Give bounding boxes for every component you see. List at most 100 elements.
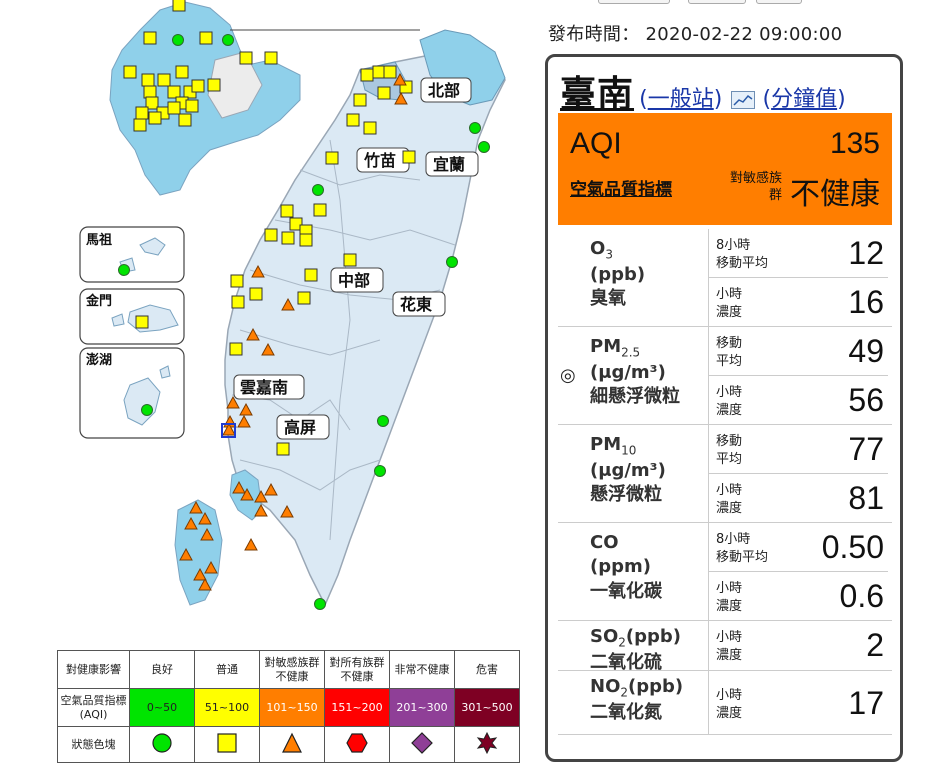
station-marker-moderate[interactable] bbox=[133, 118, 147, 132]
inset-kinmen[interactable]: 金門 bbox=[79, 288, 185, 345]
station-marker-moderate[interactable] bbox=[280, 204, 294, 218]
minute-value-link[interactable]: (分鐘值) bbox=[763, 87, 846, 112]
station-marker-moderate[interactable] bbox=[343, 253, 357, 267]
station-marker-moderate[interactable] bbox=[175, 65, 189, 79]
station-marker-moderate[interactable] bbox=[264, 228, 278, 242]
station-marker-moderate[interactable] bbox=[372, 65, 386, 79]
reading-value: 17 bbox=[848, 685, 884, 721]
station-marker-moderate[interactable] bbox=[313, 203, 327, 217]
pollutant-chinese-name: 細懸浮微粒 bbox=[590, 386, 680, 408]
station-marker-moderate[interactable] bbox=[304, 268, 318, 282]
region-north[interactable]: 北部 bbox=[420, 77, 472, 103]
station-marker-good[interactable] bbox=[118, 264, 130, 276]
station-marker-moderate[interactable] bbox=[363, 121, 377, 135]
pollutant-reading: 移動 平均 77 bbox=[708, 425, 888, 473]
taiwan-air-quality-map[interactable]: 馬祖 金門 澎湖 北部 竹苗 宜蘭 中部 花東 雲嘉南 高屏 bbox=[0, 0, 540, 640]
reading-value: 49 bbox=[848, 333, 884, 369]
station-marker-moderate[interactable] bbox=[353, 93, 367, 107]
region-zhumiao[interactable]: 竹苗 bbox=[356, 147, 410, 173]
pollutant-group: NO2(ppb) 二氧化氮 小時 濃度 17 bbox=[558, 671, 892, 735]
region-yunjianan[interactable]: 雲嘉南 bbox=[233, 374, 305, 400]
minute-value-text[interactable]: 分鐘值 bbox=[771, 87, 837, 112]
station-marker-good[interactable] bbox=[377, 415, 389, 427]
pollutant-subscript: 2 bbox=[618, 635, 626, 650]
chart-icon[interactable] bbox=[731, 90, 756, 109]
station-marker-good[interactable] bbox=[312, 184, 324, 196]
station-marker-moderate[interactable] bbox=[143, 31, 157, 45]
aqi-summary-box: AQI 135 空氣品質指標 對敏感族群 不健康 bbox=[558, 113, 892, 225]
pollutant-symbol: O bbox=[590, 238, 606, 259]
station-marker-good[interactable] bbox=[469, 122, 481, 134]
station-marker-moderate[interactable] bbox=[143, 85, 157, 99]
region-yunjianan-label: 雲嘉南 bbox=[240, 378, 288, 397]
station-marker-good[interactable] bbox=[141, 404, 153, 416]
tab-stub-1[interactable] bbox=[598, 0, 670, 4]
pollutant-symbol: PM bbox=[590, 434, 622, 455]
station-marker-moderate[interactable] bbox=[299, 233, 313, 247]
station-marker-moderate[interactable] bbox=[148, 111, 162, 125]
pollutant-name: SO2(ppb) 二氧化硫 bbox=[590, 625, 681, 675]
station-marker-good[interactable] bbox=[172, 34, 184, 46]
reading-value: 0.6 bbox=[839, 578, 884, 614]
station-marker-moderate[interactable] bbox=[178, 113, 192, 127]
air-quality-page: 馬祖 金門 澎湖 北部 竹苗 宜蘭 中部 花東 雲嘉南 高屏 對健康影響 良好 … bbox=[0, 0, 950, 766]
station-marker-moderate[interactable] bbox=[377, 86, 391, 100]
station-marker-good[interactable] bbox=[478, 141, 490, 153]
station-marker-moderate[interactable] bbox=[230, 274, 244, 288]
region-huadong[interactable]: 花東 bbox=[392, 291, 446, 317]
legend-shape-usg bbox=[259, 726, 325, 763]
station-header: 臺南 (一般站) (分鐘值) bbox=[560, 65, 846, 117]
station-marker-moderate[interactable] bbox=[383, 65, 397, 79]
station-marker-good[interactable] bbox=[314, 598, 326, 610]
station-marker-usg[interactable] bbox=[244, 537, 258, 551]
station-marker-good[interactable] bbox=[446, 256, 458, 268]
inset-penghu[interactable]: 澎湖 bbox=[79, 347, 185, 439]
station-marker-moderate[interactable] bbox=[402, 150, 416, 164]
inset-matsu[interactable]: 馬祖 bbox=[79, 226, 185, 283]
station-marker-moderate[interactable] bbox=[346, 113, 360, 127]
publish-time-label: 發布時間： bbox=[548, 24, 640, 45]
station-marker-moderate[interactable] bbox=[229, 342, 243, 356]
station-marker-moderate[interactable] bbox=[135, 106, 149, 120]
southwest-island bbox=[174, 499, 223, 606]
tab-stub-2[interactable] bbox=[688, 0, 746, 4]
station-marker-moderate[interactable] bbox=[135, 315, 149, 329]
station-marker-moderate[interactable] bbox=[207, 78, 221, 92]
station-marker-good[interactable] bbox=[374, 465, 386, 477]
tab-stub-3[interactable] bbox=[756, 0, 802, 4]
station-name[interactable]: 臺南 bbox=[560, 73, 634, 115]
station-marker-moderate[interactable] bbox=[297, 291, 311, 305]
station-type-link[interactable]: (一般站) bbox=[639, 87, 722, 112]
station-marker-moderate[interactable] bbox=[239, 51, 253, 65]
station-marker-good[interactable] bbox=[222, 34, 234, 46]
station-marker-moderate[interactable] bbox=[167, 85, 181, 99]
circle-icon bbox=[152, 733, 172, 753]
station-marker-moderate[interactable] bbox=[172, 0, 186, 12]
region-gaoping[interactable]: 高屏 bbox=[276, 414, 330, 440]
station-marker-moderate[interactable] bbox=[264, 51, 278, 65]
station-marker-moderate[interactable] bbox=[167, 101, 181, 115]
pollutant-unit: (ppm) bbox=[590, 556, 651, 578]
station-type-text[interactable]: 一般站 bbox=[648, 87, 714, 112]
aqi-value: 135 bbox=[829, 127, 880, 160]
station-marker-moderate[interactable] bbox=[325, 151, 339, 165]
station-marker-moderate[interactable] bbox=[191, 79, 205, 93]
inset-matsu-label: 馬祖 bbox=[86, 232, 112, 248]
aqi-index-link[interactable]: 空氣品質指標 bbox=[570, 175, 672, 200]
station-marker-moderate[interactable] bbox=[157, 73, 171, 87]
station-marker-moderate[interactable] bbox=[360, 68, 374, 82]
station-marker-moderate[interactable] bbox=[185, 99, 199, 113]
station-marker-moderate[interactable] bbox=[199, 31, 213, 45]
station-marker-moderate[interactable] bbox=[141, 73, 155, 87]
station-marker-moderate[interactable] bbox=[281, 231, 295, 245]
station-marker-moderate[interactable] bbox=[249, 287, 263, 301]
station-marker-moderate[interactable] bbox=[276, 442, 290, 456]
station-marker-moderate[interactable] bbox=[231, 295, 245, 309]
pollutant-subscript: 10 bbox=[621, 443, 637, 458]
region-yilan[interactable]: 宜蘭 bbox=[425, 151, 479, 177]
pollutant-name: O3 (ppb) 臭氧 bbox=[590, 237, 645, 311]
region-central[interactable]: 中部 bbox=[330, 267, 384, 293]
station-marker-moderate[interactable] bbox=[123, 65, 137, 79]
pollutant-group: SO2(ppb) 二氧化硫 小時 濃度 2 bbox=[558, 621, 892, 673]
reading-label: 小時 濃度 bbox=[716, 287, 743, 320]
